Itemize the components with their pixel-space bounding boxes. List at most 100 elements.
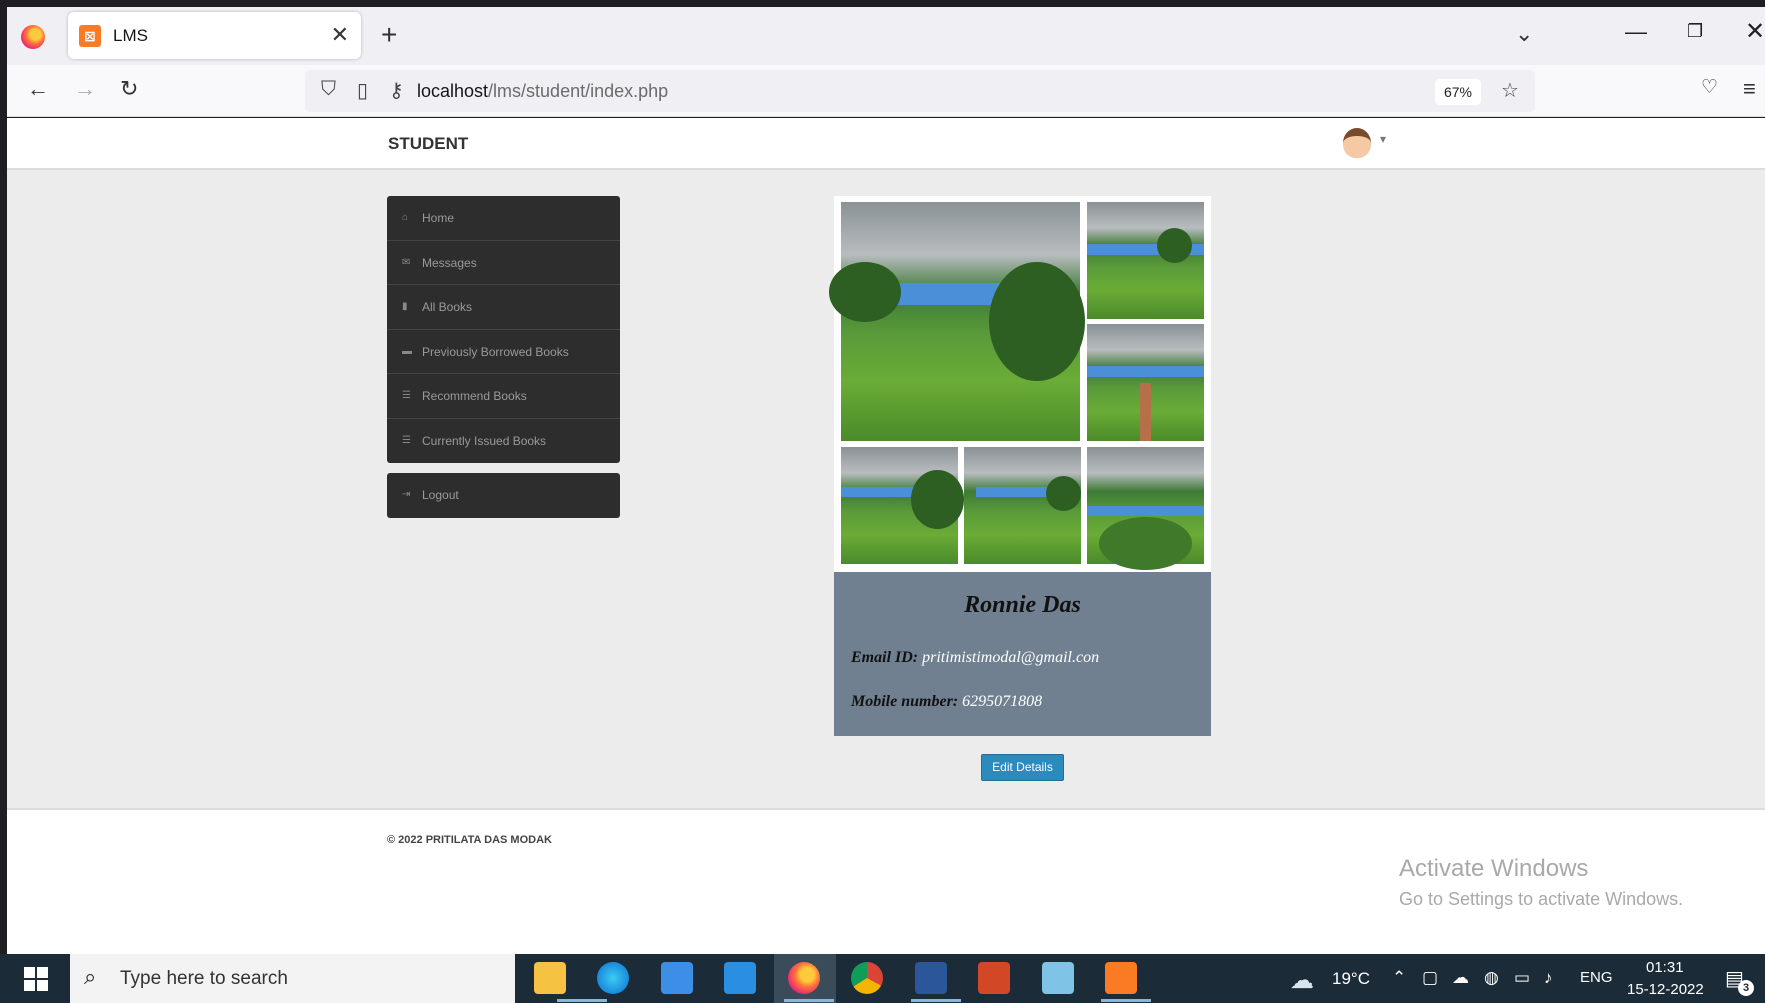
app-running-indicator (1101, 999, 1151, 1002)
tab-list-chevron-icon[interactable]: ⌄ (1515, 21, 1533, 47)
sidebar-menu: ⌂ Home ✉ Messages ▮ All Books ▬ Previously Borr… (387, 196, 620, 463)
forward-arrow-icon[interactable]: → (74, 76, 96, 102)
clock-date[interactable]: 15-12-2022 (1627, 981, 1704, 998)
tab-close-icon[interactable]: ✕ (331, 22, 349, 48)
sidebar-item-label: Previously Borrowed Books (422, 344, 569, 359)
new-tab-button[interactable]: + (381, 19, 397, 51)
campus-photo-5 (964, 447, 1081, 564)
windows-start-button[interactable] (24, 967, 48, 991)
bookmark-star-icon[interactable]: ☆ (1501, 78, 1519, 103)
campus-photo-2 (1087, 202, 1204, 319)
activate-windows-title: Activate Windows (1399, 855, 1589, 882)
notification-count-badge: 3 (1738, 980, 1754, 996)
sidebar-item-messages[interactable]: ✉ Messages (387, 241, 620, 285)
activate-windows-subtitle: Go to Settings to activate Windows. (1399, 889, 1684, 909)
tray-chevron-up-icon[interactable]: ⌃ (1392, 968, 1406, 988)
list-icon: ☰ (402, 434, 411, 446)
tray-onedrive-icon[interactable]: ☁ (1452, 968, 1469, 988)
back-arrow-icon[interactable]: ← (27, 76, 49, 102)
sidebar-item-recommend-books[interactable]: ☰ Recommend Books (387, 374, 620, 419)
zoom-level-badge[interactable]: 67% (1435, 79, 1481, 105)
xampp-favicon-icon: ⊠ (79, 25, 101, 47)
logout-menu: ⇥ Logout (387, 473, 620, 518)
sidebar-item-label: All Books (422, 300, 473, 314)
menu-icon[interactable]: ≡ (1743, 76, 1756, 102)
copyright-text: © 2022 PRITILATA DAS MODAK (387, 834, 552, 846)
microsoft-store-icon[interactable] (661, 962, 693, 994)
url-host: localhost (417, 81, 489, 101)
screen: ⊠ LMS ✕ + ⌄ — ❐ ✕ ← → ↻ ⛉ ▯ ⚷ localhost/… (0, 0, 1765, 1003)
site-footer: © 2022 PRITILATA DAS MODAK Activate Wind… (7, 808, 1765, 954)
url-text[interactable]: localhost/lms/student/index.php (417, 81, 668, 102)
sidebar-item-home[interactable]: ⌂ Home (387, 196, 620, 241)
firefox-taskbar-icon[interactable] (788, 962, 820, 994)
tray-network-globe-icon[interactable]: ◍ (1484, 968, 1499, 988)
book-icon: ▮ (402, 301, 408, 312)
app-running-indicator (557, 999, 607, 1002)
sidebar-item-all-books[interactable]: ▮ All Books (387, 285, 620, 330)
sidebar-item-currently-issued-books[interactable]: ☰ Currently Issued Books (387, 419, 620, 464)
tray-language[interactable]: ENG (1580, 969, 1613, 986)
campus-photo-main (829, 202, 1085, 441)
taskbar-search-placeholder: Type here to search (120, 968, 288, 989)
tray-volume-icon[interactable]: ♪ (1544, 968, 1553, 988)
mail-icon[interactable] (724, 962, 756, 994)
notepad-icon[interactable] (1042, 962, 1074, 994)
user-avatar[interactable] (1343, 128, 1371, 158)
caret-down-icon[interactable]: ▾ (1380, 132, 1386, 146)
reload-icon[interactable]: ↻ (120, 76, 138, 102)
window-restore-button[interactable]: ❐ (1687, 21, 1703, 42)
tab-title: LMS (113, 26, 148, 45)
sidebar-item-label: Messages (422, 255, 477, 270)
sidebar-item-logout[interactable]: ⇥ Logout (387, 473, 620, 518)
file-explorer-icon[interactable] (534, 962, 566, 994)
mobile-label: Mobile number: (851, 693, 959, 710)
url-path: /lms/student/index.php (488, 81, 669, 101)
pocket-icon[interactable]: ♡ (1701, 76, 1718, 99)
weather-temperature[interactable]: 19°C (1332, 969, 1370, 989)
list-icon: ☰ (402, 390, 411, 401)
email-row: Email ID: pritimistimodal@gmail.con (851, 649, 1099, 667)
edit-details-button[interactable]: Edit Details (981, 754, 1064, 781)
email-value: pritimistimodal@gmail.con (922, 649, 1100, 666)
profile-info-card: Ronnie Das Email ID: pritimistimodal@gma… (834, 572, 1211, 736)
word-icon[interactable] (915, 962, 947, 994)
window-close-button[interactable]: ✕ (1745, 17, 1765, 46)
sidebar-item-previously-borrowed-books[interactable]: ▬ Previously Borrowed Books (387, 330, 620, 374)
web-page: STUDENT ▾ ⌂ Home ✉ Messages ▮ All Books ▬ Previ… (7, 118, 1765, 954)
tray-battery-icon[interactable]: ▭ (1514, 968, 1530, 988)
mobile-row: Mobile number: 6295071808 (851, 693, 1042, 711)
campus-photo-collage (829, 196, 1211, 572)
site-brand[interactable]: STUDENT (388, 134, 468, 154)
logout-icon: ⇥ (402, 489, 411, 500)
url-bar[interactable]: ⛉ ▯ ⚷ localhost/lms/student/index.php 67… (305, 70, 1535, 112)
browser-tab-bar: ⊠ LMS ✕ + ⌄ — ❐ ✕ (7, 7, 1765, 65)
app-running-indicator (911, 999, 961, 1002)
powerpoint-icon[interactable] (978, 962, 1010, 994)
clock-time[interactable]: 01:31 (1646, 959, 1684, 976)
sidebar-item-label: Recommend Books (422, 389, 527, 403)
sidebar-item-label: Currently Issued Books (422, 433, 547, 448)
browser-tab[interactable]: ⊠ LMS ✕ (68, 12, 361, 59)
inbox-icon: ✉ (402, 256, 411, 268)
weather-cloud-icon[interactable]: ☁ (1290, 966, 1314, 995)
page-info-icon[interactable]: ▯ (357, 78, 368, 103)
firefox-logo-icon[interactable] (21, 25, 45, 49)
campus-photo-3 (1087, 324, 1204, 441)
student-name: Ronnie Das (964, 592, 1081, 618)
xampp-icon[interactable] (1105, 962, 1137, 994)
app-running-indicator (784, 999, 834, 1002)
search-icon: ⌕ (84, 964, 97, 989)
mobile-value: 6295071808 (962, 693, 1043, 710)
sidebar-item-label: Logout (422, 488, 459, 502)
campus-photo-6 (1087, 447, 1204, 570)
tray-device-icon[interactable]: ▢ (1422, 968, 1438, 988)
chrome-icon[interactable] (851, 962, 883, 994)
window-minimize-button[interactable]: — (1625, 19, 1647, 45)
windows-taskbar: ⌕ Type here to search ☁ 19°C ⌃ ▢ ☁ ◍ ▭ ♪… (0, 954, 1765, 1003)
taskbar-search-box[interactable]: ⌕ Type here to search (70, 954, 515, 1003)
edge-icon[interactable] (597, 962, 629, 994)
key-icon[interactable]: ⚷ (389, 78, 404, 103)
books-icon: ▬ (402, 345, 412, 357)
shield-icon[interactable]: ⛉ (321, 78, 336, 101)
